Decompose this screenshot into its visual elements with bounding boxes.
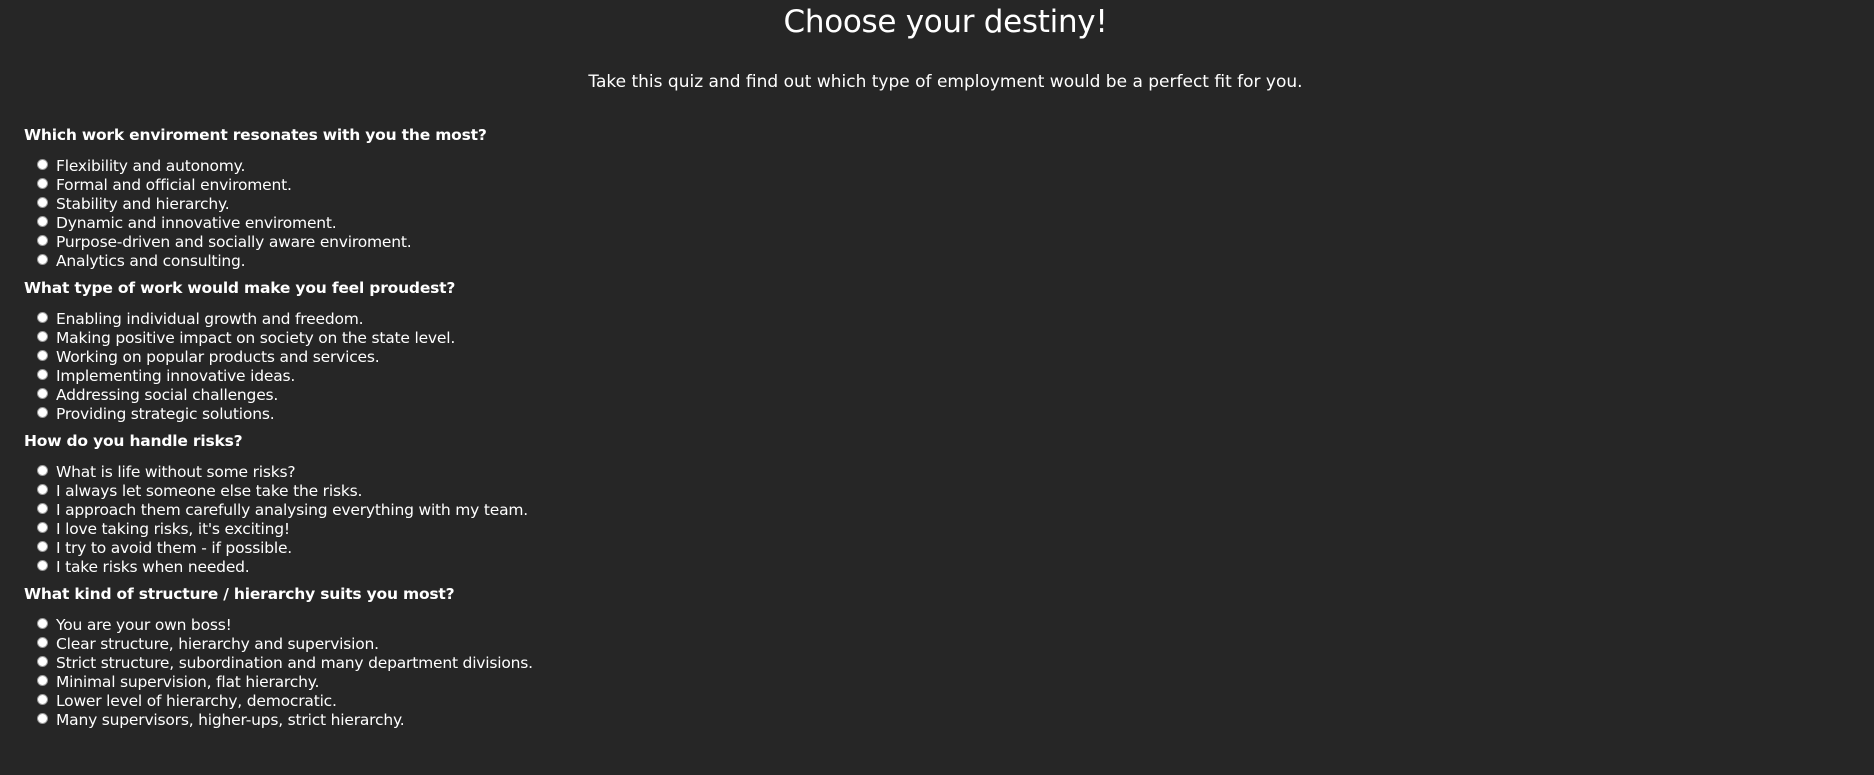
radio-button[interactable] [37,350,48,361]
option-label: I love taking risks, it's exciting! [56,519,290,538]
options-list: What is life without some risks? I alway… [24,462,533,576]
option-analytics[interactable]: Analytics and consulting. [37,251,533,270]
radio-button[interactable] [37,312,48,323]
option-label: I always let someone else take the risks… [56,481,363,500]
option-label: Analytics and consulting. [56,251,246,270]
options-list: Flexibility and autonomy. Formal and off… [24,156,533,270]
radio-button[interactable] [37,503,48,514]
option-label: I approach them carefully analysing ever… [56,500,529,519]
option-label: Stability and hierarchy. [56,194,230,213]
option-someone-else[interactable]: I always let someone else take the risks… [37,481,533,500]
option-life-without-risks[interactable]: What is life without some risks? [37,462,533,481]
option-individual-growth[interactable]: Enabling individual growth and freedom. [37,309,533,328]
radio-button[interactable] [37,713,48,724]
page-subtitle: Take this quiz and find out which type o… [588,72,1303,92]
question-title: Which work enviroment resonates with you… [24,126,487,144]
option-clear-structure[interactable]: Clear structure, hierarchy and supervisi… [37,634,533,653]
radio-button[interactable] [37,560,48,571]
option-label: Working on popular products and services… [56,347,380,366]
option-strategic-solutions[interactable]: Providing strategic solutions. [37,404,533,423]
option-purpose-driven[interactable]: Purpose-driven and socially aware enviro… [37,232,533,251]
option-flexibility[interactable]: Flexibility and autonomy. [37,156,533,175]
radio-button[interactable] [37,541,48,552]
option-label: What is life without some risks? [56,462,296,481]
option-carefully-analysing[interactable]: I approach them carefully analysing ever… [37,500,533,519]
radio-button[interactable] [37,235,48,246]
radio-button[interactable] [37,694,48,705]
option-label: Providing strategic solutions. [56,404,275,423]
option-label: Purpose-driven and socially aware enviro… [56,232,412,251]
radio-button[interactable] [37,216,48,227]
radio-button[interactable] [37,484,48,495]
option-label: Minimal supervision, flat hierarchy. [56,672,320,691]
option-avoid-risks[interactable]: I try to avoid them - if possible. [37,538,533,557]
radio-button[interactable] [37,522,48,533]
option-love-risks[interactable]: I love taking risks, it's exciting! [37,519,533,538]
option-democratic[interactable]: Lower level of hierarchy, democratic. [37,691,533,710]
question-handle-risks: How do you handle risks? What is life wi… [24,428,533,576]
option-label: Implementing innovative ideas. [56,366,296,385]
option-label: Dynamic and innovative enviroment. [56,213,337,232]
option-label: Formal and official enviroment. [56,175,292,194]
option-many-supervisors[interactable]: Many supervisors, higher-ups, strict hie… [37,710,533,729]
option-label: Addressing social challenges. [56,385,279,404]
radio-button[interactable] [37,369,48,380]
question-work-environment: Which work enviroment resonates with you… [24,122,533,270]
quiz-form: Which work enviroment resonates with you… [24,122,533,734]
radio-button[interactable] [37,178,48,189]
option-innovative-ideas[interactable]: Implementing innovative ideas. [37,366,533,385]
option-label: Lower level of hierarchy, democratic. [56,691,337,710]
radio-button[interactable] [37,388,48,399]
page-title: Choose your destiny! [783,4,1108,40]
radio-button[interactable] [37,254,48,265]
radio-button[interactable] [37,331,48,342]
option-label: Clear structure, hierarchy and supervisi… [56,634,379,653]
question-structure-hierarchy: What kind of structure / hierarchy suits… [24,581,533,729]
radio-button[interactable] [37,618,48,629]
option-strict-structure[interactable]: Strict structure, subordination and many… [37,653,533,672]
question-title: What type of work would make you feel pr… [24,279,456,297]
option-label: Making positive impact on society on the… [56,328,456,347]
option-own-boss[interactable]: You are your own boss! [37,615,533,634]
option-social-challenges[interactable]: Addressing social challenges. [37,385,533,404]
option-label: Strict structure, subordination and many… [56,653,533,672]
options-list: Enabling individual growth and freedom. … [24,309,533,423]
radio-button[interactable] [37,637,48,648]
radio-button[interactable] [37,407,48,418]
option-popular-products[interactable]: Working on popular products and services… [37,347,533,366]
option-label: Flexibility and autonomy. [56,156,246,175]
option-positive-impact[interactable]: Making positive impact on society on the… [37,328,533,347]
question-proudest-work: What type of work would make you feel pr… [24,275,533,423]
question-title: What kind of structure / hierarchy suits… [24,585,455,603]
option-dynamic[interactable]: Dynamic and innovative enviroment. [37,213,533,232]
option-label: Many supervisors, higher-ups, strict hie… [56,710,405,729]
option-label: Enabling individual growth and freedom. [56,309,364,328]
radio-button[interactable] [37,465,48,476]
option-minimal-supervision[interactable]: Minimal supervision, flat hierarchy. [37,672,533,691]
option-stability[interactable]: Stability and hierarchy. [37,194,533,213]
option-risks-when-needed[interactable]: I take risks when needed. [37,557,533,576]
radio-button[interactable] [37,159,48,170]
option-formal[interactable]: Formal and official enviroment. [37,175,533,194]
radio-button[interactable] [37,656,48,667]
question-title: How do you handle risks? [24,432,243,450]
option-label: You are your own boss! [56,615,232,634]
radio-button[interactable] [37,197,48,208]
option-label: I try to avoid them - if possible. [56,538,293,557]
quiz-page: Choose your destiny! Take this quiz and … [0,0,1874,775]
options-list: You are your own boss! Clear structure, … [24,615,533,729]
radio-button[interactable] [37,675,48,686]
option-label: I take risks when needed. [56,557,250,576]
